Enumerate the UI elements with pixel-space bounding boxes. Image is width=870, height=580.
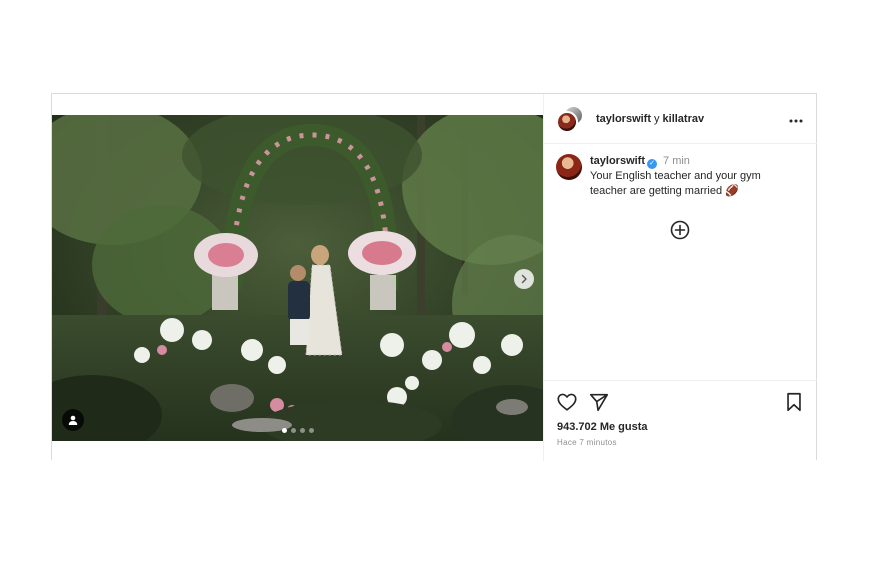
collab-avatars[interactable] <box>556 104 584 133</box>
post-caption: taylorswift ✓ 7 min Your English teacher a… <box>544 144 817 199</box>
carousel-dot <box>308 428 314 433</box>
carousel-dot <box>299 428 305 433</box>
carousel-dot <box>281 428 287 433</box>
user-tag-icon <box>68 415 78 425</box>
more-horizontal-icon <box>789 119 803 123</box>
post-sidebar: taylorswift y killatrav taylorswift ✓ 7 mi… <box>543 94 817 461</box>
header-separator: y <box>654 112 660 125</box>
post-media[interactable] <box>52 115 543 441</box>
add-comment-button[interactable] <box>670 220 690 240</box>
like-button[interactable] <box>556 391 578 413</box>
bookmark-icon <box>787 392 801 412</box>
carousel-next-button[interactable] <box>514 269 534 289</box>
save-button[interactable] <box>783 391 805 413</box>
header-username-1[interactable]: taylorswift <box>596 113 651 125</box>
caption-body: taylorswift ✓ 7 min Your English teacher a… <box>590 154 780 199</box>
post-header: taylorswift y killatrav <box>544 94 817 144</box>
avatar-taylorswift <box>556 110 578 133</box>
likes-count[interactable]: 943.702 Me gusta <box>557 421 648 433</box>
send-icon <box>589 393 609 412</box>
chevron-right-icon <box>521 274 527 284</box>
caption-text: Your English teacher and your gym teache… <box>590 170 761 197</box>
posted-time: Hace 7 minutos <box>557 438 617 447</box>
caption-username[interactable]: taylorswift <box>590 155 645 167</box>
verified-badge-icon: ✓ <box>647 159 658 169</box>
caption-time: 7 min <box>663 155 690 167</box>
action-bar: 943.702 Me gusta Hace 7 minutos <box>544 380 817 462</box>
post-photo <box>52 115 543 441</box>
carousel-dot <box>290 428 296 433</box>
share-button[interactable] <box>588 391 610 413</box>
action-icons <box>556 391 805 415</box>
carousel-indicator <box>52 428 543 433</box>
plus-circle-icon <box>670 220 690 240</box>
header-username-2[interactable]: killatrav <box>663 113 705 125</box>
post-card: taylorswift y killatrav taylorswift ✓ 7 mi… <box>51 93 817 461</box>
avatar[interactable] <box>556 154 582 180</box>
heart-icon <box>557 393 577 411</box>
more-options-button[interactable] <box>789 110 803 126</box>
